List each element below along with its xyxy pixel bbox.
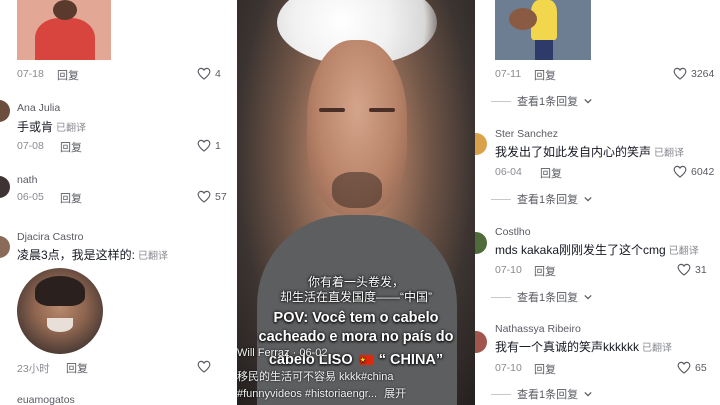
like-count: 65: [695, 361, 707, 374]
comment-date: 07-18: [17, 68, 44, 80]
comment-username[interactable]: Nathassya Ribeiro: [495, 323, 581, 335]
divider-line: [491, 393, 511, 395]
comment-date: 06-04: [495, 166, 522, 178]
like-count: 31: [695, 263, 707, 276]
video-author[interactable]: Will Ferraz · 06-02: [237, 347, 327, 359]
comment-sticker-image[interactable]: [17, 0, 111, 60]
like-button[interactable]: [197, 360, 211, 373]
comment-text: mds kakaka刚刚发生了这个cmg 已翻译: [495, 243, 699, 257]
subtitle-pt-line: cacheado e mora no país do: [258, 329, 454, 345]
like-count: 1: [215, 139, 221, 152]
translated-label[interactable]: 已翻译: [642, 343, 672, 354]
comment-username[interactable]: euamogatos: [17, 394, 75, 405]
video-player[interactable]: 你有着一头卷发， 却生活在直发国度——“中国” POV: Você tem o …: [237, 0, 475, 405]
video-caption: 移民的生活可不容易 kkkk#china: [237, 371, 394, 383]
translated-label[interactable]: 已翻译: [138, 251, 168, 262]
divider-line: [491, 296, 511, 298]
view-replies-label: 查看1条回复: [517, 292, 579, 304]
avatar[interactable]: [0, 100, 10, 122]
like-button[interactable]: 6042: [673, 165, 714, 178]
heart-icon: [197, 67, 211, 80]
avatar[interactable]: [0, 236, 10, 258]
video-frame-eye: [319, 108, 345, 112]
translated-label[interactable]: 已翻译: [669, 246, 699, 257]
china-flag-icon: [358, 352, 373, 369]
comment-username[interactable]: Ster Sanchez: [495, 128, 558, 140]
avatar[interactable]: [0, 176, 10, 198]
divider-line: [491, 198, 511, 200]
like-button[interactable]: 57: [197, 190, 227, 203]
heart-icon: [197, 139, 211, 152]
divider-line: [491, 100, 511, 102]
video-frame-eye: [369, 108, 395, 112]
view-replies-label: 查看1条回复: [517, 194, 579, 206]
comment-date: 07-10: [495, 362, 522, 374]
like-count: 4: [215, 67, 221, 80]
comment-date: 07-08: [17, 140, 44, 152]
comment-date: 23小时: [17, 363, 50, 375]
comment-meme-image[interactable]: [17, 268, 103, 354]
like-count: 6042: [691, 165, 715, 178]
heart-icon: [673, 165, 687, 178]
like-button[interactable]: 4: [197, 67, 221, 80]
heart-icon: [677, 263, 691, 276]
comment-text: 我有一个真诚的笑声kkkkkk 已翻译: [495, 340, 673, 354]
heart-icon: [677, 361, 691, 374]
reply-button[interactable]: 回复: [534, 263, 556, 279]
like-count: 57: [215, 190, 227, 203]
comment-sticker-image[interactable]: [495, 0, 591, 60]
like-count: 3264: [691, 67, 715, 80]
chevron-down-icon: [584, 391, 592, 397]
reply-button[interactable]: 回复: [60, 190, 82, 206]
heart-icon: [197, 190, 211, 203]
chevron-down-icon: [584, 196, 592, 202]
comment-username[interactable]: Costlho: [495, 226, 531, 238]
view-replies-button[interactable]: 查看1条回复: [491, 191, 592, 207]
subtitle-cn-line: 却生活在直发国度——“中国”: [280, 290, 432, 304]
comments-column-left: 07-18 回复 4 Ana Julia 手或肯 已翻译 07-08 回复 1 n…: [0, 0, 237, 405]
reply-button[interactable]: 回复: [60, 139, 82, 155]
translated-label[interactable]: 已翻译: [654, 148, 684, 159]
subtitle-pt-line: POV: Você tem o cabelo: [273, 310, 439, 326]
avatar[interactable]: [475, 331, 487, 353]
view-replies-label: 查看1条回复: [517, 389, 579, 401]
view-replies-button[interactable]: 查看1条回复: [491, 289, 592, 305]
like-button[interactable]: 3264: [673, 67, 714, 80]
video-frame-beard: [332, 172, 382, 208]
comments-column-right: 07-11 回复 3264 查看1条回复 Ster Sanchez 我发出了如此…: [475, 0, 720, 405]
expand-caption-button[interactable]: 展开: [384, 388, 406, 400]
chevron-down-icon: [584, 98, 592, 104]
reply-button[interactable]: 回复: [66, 360, 88, 376]
avatar[interactable]: [475, 133, 487, 155]
comment-username[interactable]: nath: [17, 174, 37, 186]
view-replies-button[interactable]: 查看1条回复: [491, 93, 592, 109]
comment-text: 我发出了如此发自内心的笑声 已翻译: [495, 145, 685, 159]
avatar[interactable]: [475, 232, 487, 254]
comment-username[interactable]: Ana Julia: [17, 102, 60, 114]
chevron-down-icon: [584, 294, 592, 300]
comment-text: 手或肯 已翻译: [17, 120, 87, 134]
like-button[interactable]: 1: [197, 139, 221, 152]
video-caption: #funnyvideos #historiaengr... 展开: [237, 388, 407, 400]
like-button[interactable]: 31: [677, 263, 707, 276]
heart-icon: [197, 360, 211, 373]
view-replies-button[interactable]: 查看1条回复: [491, 386, 592, 402]
comment-date: 06-05: [17, 191, 44, 203]
reply-button[interactable]: 回复: [534, 67, 556, 83]
reply-button[interactable]: 回复: [540, 165, 562, 181]
comment-date: 07-11: [495, 68, 522, 80]
translated-label[interactable]: 已翻译: [56, 123, 86, 134]
reply-button[interactable]: 回复: [57, 67, 79, 83]
reply-button[interactable]: 回复: [534, 361, 556, 377]
like-button[interactable]: 65: [677, 361, 707, 374]
comment-username[interactable]: Djacira Castro: [17, 231, 84, 243]
heart-icon: [673, 67, 687, 80]
comment-date: 07-10: [495, 264, 522, 276]
comment-text: 凌晨3点，我是这样的: 已翻译: [17, 248, 169, 262]
view-replies-label: 查看1条回复: [517, 96, 579, 108]
